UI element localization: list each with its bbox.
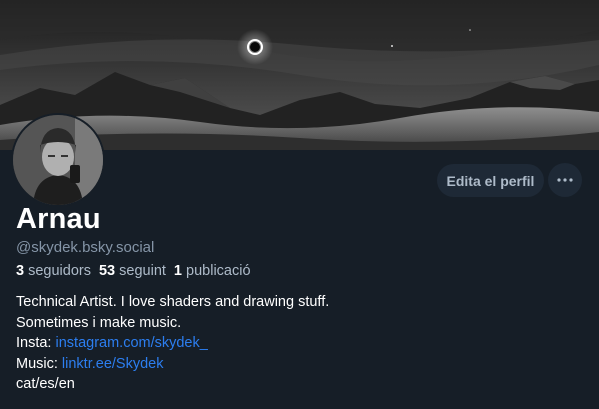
profile-bio: Technical Artist. I love shaders and dra… [16,292,329,395]
followers-stat[interactable]: 3 seguidors [16,263,91,279]
music-prefix: Music: [16,355,62,372]
bio-music-line: Music: linktr.ee/Skydek [16,354,329,375]
bio-line: cat/es/en [16,376,75,392]
bio-line: Technical Artist. I love shaders and dra… [16,294,330,310]
linktree-link[interactable]: linktr.ee/Skydek [62,356,164,372]
following-stat[interactable]: 53 seguint [99,263,166,279]
bio-insta-line: Insta: instagram.com/skydek_ [16,333,329,354]
bio-line: Sometimes i make music. [16,314,182,331]
posts-stat: 1 publicació [174,263,251,279]
profile-page: Edita el perfil Arnau @skydek.bsky.socia… [0,0,599,409]
followers-label: seguidors [28,263,91,279]
following-label: seguint [119,263,166,279]
edit-profile-button[interactable]: Edita el perfil [437,164,544,197]
following-count: 53 [98,263,116,279]
insta-prefix: Insta: [16,335,56,351]
profile-handle: @skydek.bsky.social [16,239,155,256]
followers-count: 3 [16,263,25,279]
posts-label: publicació [186,263,251,279]
avatar[interactable] [11,113,105,207]
posts-count: 1 [173,263,182,279]
more-options-button[interactable] [548,163,582,197]
display-name: Arnau [16,203,101,235]
edit-profile-label: Edita el perfil [446,172,535,189]
profile-stats: 3 seguidors 53 seguint 1 publicació [16,263,259,279]
instagram-link[interactable]: instagram.com/skydek_ [56,335,208,351]
ellipsis-icon [557,178,573,182]
